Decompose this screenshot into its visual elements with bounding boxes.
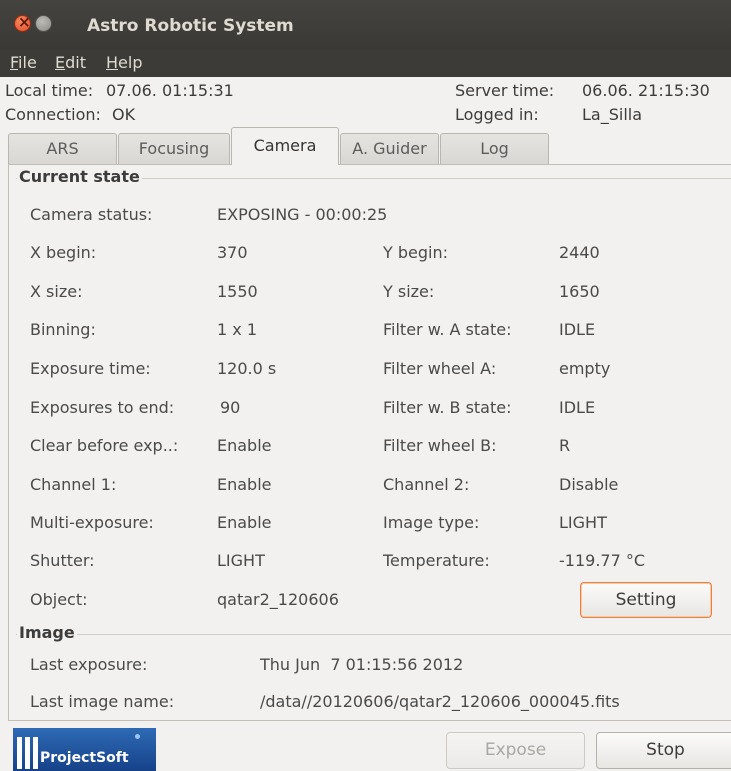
menu-file[interactable]: File — [10, 53, 37, 72]
expose-button[interactable]: Expose — [446, 732, 585, 769]
menu-help[interactable]: Help — [106, 53, 142, 72]
last-exposure-value: Thu Jun 7 01:15:56 2012 — [260, 655, 464, 674]
local-time-value: 07.06. 01:15:31 — [106, 81, 234, 100]
setting-button[interactable]: Setting — [580, 582, 712, 618]
last-exposure-label: Last exposure: — [30, 655, 148, 674]
channel-2-value: Disable — [559, 475, 619, 494]
y-size-value: 1650 — [559, 282, 600, 301]
tab-log[interactable]: Log — [440, 133, 549, 164]
menu-edit[interactable]: Edit — [55, 53, 86, 72]
connection-value: OK — [112, 105, 136, 124]
camera-status-value: EXPOSING - 00:00:25 — [217, 205, 388, 224]
x-begin-value: 370 — [217, 243, 248, 262]
exposure-time-value: 120.0 s — [217, 359, 277, 378]
stop-button[interactable]: Stop — [596, 732, 731, 769]
channel-2-label: Channel 2: — [383, 475, 470, 494]
minimize-icon[interactable] — [35, 15, 52, 32]
tab-focusing[interactable]: Focusing — [118, 133, 230, 164]
server-time-label: Server time: — [455, 81, 555, 100]
temperature-label: Temperature: — [383, 551, 490, 570]
channel-1-label: Channel 1: — [30, 475, 117, 494]
last-image-name-value: /data//20120606/qatar2_120606_000045.fit… — [260, 692, 620, 711]
filter-wheel-a-label: Filter wheel A: — [383, 359, 497, 378]
binning-label: Binning: — [30, 320, 96, 339]
projectsoft-logo: ProjectSoft — [13, 728, 156, 771]
exposures-to-end-value: 90 — [220, 398, 241, 417]
local-time-label: Local time: — [5, 81, 94, 100]
image-type-value: LIGHT — [559, 513, 607, 532]
y-size-label: Y size: — [383, 282, 435, 301]
exposure-time-label: Exposure time: — [30, 359, 151, 378]
filter-wheel-b-value: R — [559, 436, 571, 455]
logged-in-label: Logged in: — [455, 105, 539, 124]
title-bar: Astro Robotic System — [0, 0, 731, 50]
tab-ars[interactable]: ARS — [8, 133, 117, 164]
x-begin-label: X begin: — [30, 243, 97, 262]
binning-value: 1 x 1 — [217, 320, 257, 339]
tab-camera[interactable]: Camera — [231, 127, 339, 165]
logo-bars-icon — [17, 737, 39, 769]
clear-before-exp-label: Clear before exp..: — [30, 436, 179, 455]
filter-a-state-label: Filter w. A state: — [383, 320, 512, 339]
temperature-value: -119.77 °C — [559, 551, 646, 570]
camera-status-label: Camera status: — [30, 205, 153, 224]
image-divider — [16, 634, 731, 635]
tab-bar: ARS Focusing Camera A. Guider Log — [0, 127, 731, 165]
channel-1-value: Enable — [217, 475, 272, 494]
y-begin-value: 2440 — [559, 243, 600, 262]
menu-bar: File Edit Help — [0, 50, 731, 77]
clear-before-exp-value: Enable — [217, 436, 272, 455]
filter-wheel-a-value: empty — [559, 359, 611, 378]
exposures-to-end-label: Exposures to end: — [30, 398, 175, 417]
multi-exposure-label: Multi-exposure: — [30, 513, 154, 532]
object-value: qatar2_120606 — [217, 590, 339, 609]
image-group-title: Image — [17, 623, 77, 642]
object-label: Object: — [30, 590, 88, 609]
current-state-title: Current state — [17, 167, 142, 186]
filter-b-state-label: Filter w. B state: — [383, 398, 512, 417]
connection-label: Connection: — [5, 105, 101, 124]
shutter-value: LIGHT — [217, 551, 265, 570]
x-size-label: X size: — [30, 282, 83, 301]
y-begin-label: Y begin: — [383, 243, 448, 262]
logo-star-icon — [135, 734, 140, 739]
x-size-value: 1550 — [217, 282, 258, 301]
logo-text: ProjectSoft — [40, 750, 129, 766]
server-time-value: 06.06. 21:15:30 — [582, 81, 710, 100]
multi-exposure-value: Enable — [217, 513, 272, 532]
close-icon[interactable] — [14, 13, 31, 32]
image-type-label: Image type: — [383, 513, 480, 532]
tab-a-guider[interactable]: A. Guider — [340, 133, 439, 164]
filter-b-state-value: IDLE — [559, 398, 596, 417]
filter-wheel-b-label: Filter wheel B: — [383, 436, 497, 455]
filter-a-state-value: IDLE — [559, 320, 596, 339]
window-title: Astro Robotic System — [87, 16, 294, 36]
shutter-label: Shutter: — [30, 551, 95, 570]
last-image-name-label: Last image name: — [30, 692, 175, 711]
logged-in-value: La_Silla — [582, 105, 643, 124]
